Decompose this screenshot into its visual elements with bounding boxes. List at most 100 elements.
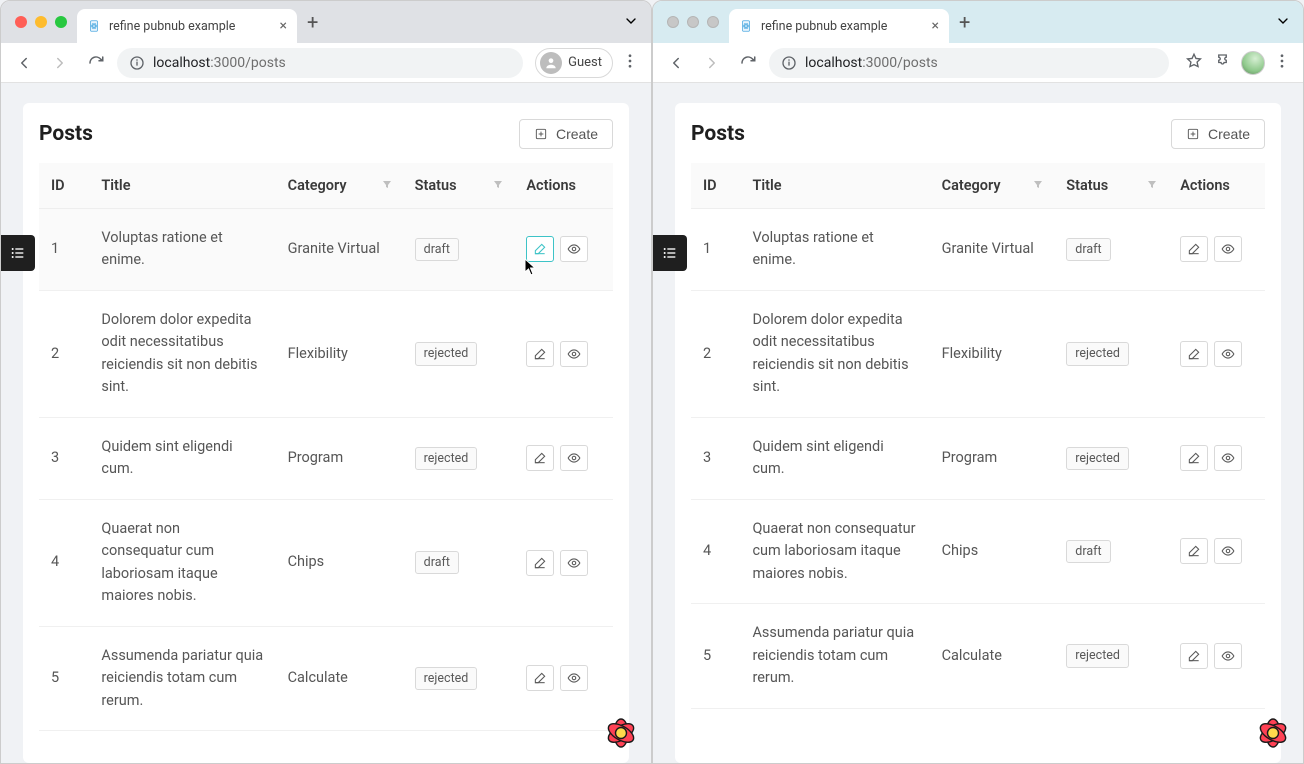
- new-tab-button[interactable]: +: [297, 10, 328, 34]
- close-window-button[interactable]: [667, 16, 679, 28]
- edit-button[interactable]: [1180, 643, 1208, 669]
- status-badge: rejected: [1066, 644, 1129, 667]
- view-button[interactable]: [560, 341, 588, 367]
- table-row: 4Quaerat non consequatur cum laboriosam …: [691, 499, 1265, 603]
- react-query-devtools-button[interactable]: [1253, 713, 1293, 753]
- view-button[interactable]: [560, 550, 588, 576]
- posts-table: ID Title Category Status Actions 1Volu: [691, 163, 1265, 709]
- browser-menu-icon[interactable]: [1269, 48, 1295, 78]
- nav-forward-button[interactable]: [45, 48, 75, 78]
- browser-window-left: refine pubnub example × + localhost:3000…: [0, 0, 652, 764]
- col-id[interactable]: ID: [691, 163, 740, 209]
- site-info-icon[interactable]: [781, 55, 797, 71]
- site-info-icon[interactable]: [129, 55, 145, 71]
- edit-button[interactable]: [1180, 236, 1208, 262]
- maximize-window-button[interactable]: [707, 16, 719, 28]
- nav-forward-button[interactable]: [697, 48, 727, 78]
- edit-button[interactable]: [1180, 538, 1208, 564]
- page-content: Posts Create ID Title Category: [1, 83, 651, 763]
- tab-title: refine pubnub example: [761, 19, 887, 34]
- browser-menu-icon[interactable]: [617, 48, 643, 78]
- bookmark-star-icon[interactable]: [1181, 48, 1207, 78]
- close-tab-icon[interactable]: ×: [280, 18, 287, 34]
- plus-icon: [534, 127, 548, 141]
- cell-title: Quidem sint eligendi cum.: [740, 417, 929, 499]
- edit-button[interactable]: [526, 550, 554, 576]
- status-badge: rejected: [1066, 342, 1129, 365]
- react-query-devtools-button[interactable]: [601, 713, 641, 753]
- cell-title: Assumenda pariatur quia reiciendis totam…: [89, 626, 275, 730]
- col-title[interactable]: Title: [740, 163, 929, 209]
- create-button[interactable]: Create: [519, 119, 613, 149]
- view-button[interactable]: [1214, 538, 1242, 564]
- col-title[interactable]: Title: [89, 163, 275, 209]
- edit-icon: [1187, 347, 1201, 361]
- browser-tab[interactable]: refine pubnub example ×: [77, 9, 297, 43]
- eye-icon: [1221, 451, 1235, 465]
- edit-button[interactable]: [1180, 445, 1208, 471]
- filter-icon[interactable]: [1146, 177, 1158, 194]
- maximize-window-button[interactable]: [55, 16, 67, 28]
- view-button[interactable]: [1214, 236, 1242, 262]
- minimize-window-button[interactable]: [35, 16, 47, 28]
- nav-back-button[interactable]: [661, 48, 691, 78]
- edit-button[interactable]: [526, 341, 554, 367]
- create-button[interactable]: Create: [1171, 119, 1265, 149]
- cell-category: Flexibility: [930, 290, 1055, 417]
- profile-chip[interactable]: Guest: [535, 48, 613, 78]
- cell-status: rejected: [1054, 290, 1168, 417]
- page-content: Posts Create ID Title Category: [653, 83, 1303, 763]
- edit-button[interactable]: [526, 445, 554, 471]
- minimize-window-button[interactable]: [687, 16, 699, 28]
- table-header-row: ID Title Category Status Actions: [691, 163, 1265, 209]
- view-button[interactable]: [1214, 341, 1242, 367]
- cell-status: draft: [403, 499, 515, 626]
- new-tab-button[interactable]: +: [949, 10, 980, 34]
- col-category[interactable]: Category: [276, 163, 403, 209]
- view-button[interactable]: [560, 445, 588, 471]
- eye-icon: [1221, 649, 1235, 663]
- edit-icon: [533, 347, 547, 361]
- posts-table: ID Title Category Status Actions 1Volu: [39, 163, 613, 731]
- filter-icon[interactable]: [492, 177, 504, 194]
- view-button[interactable]: [1214, 445, 1242, 471]
- status-badge: draft: [1066, 238, 1110, 261]
- sidebar-toggle-button[interactable]: [1, 235, 35, 271]
- col-id[interactable]: ID: [39, 163, 89, 209]
- cell-actions: [1168, 290, 1265, 417]
- col-category[interactable]: Category: [930, 163, 1055, 209]
- cell-id: 4: [691, 499, 740, 603]
- status-badge: draft: [415, 551, 459, 574]
- view-button[interactable]: [560, 236, 588, 262]
- tab-strip-menu-icon[interactable]: [623, 13, 639, 33]
- edit-button[interactable]: [526, 236, 554, 262]
- cell-title: Voluptas ratione et enime.: [89, 209, 275, 291]
- table-row: 1Voluptas ratione et enime.Granite Virtu…: [691, 209, 1265, 291]
- view-button[interactable]: [560, 665, 588, 691]
- col-actions: Actions: [514, 163, 613, 209]
- edit-button[interactable]: [526, 665, 554, 691]
- url-input[interactable]: localhost:3000/posts: [769, 48, 1169, 78]
- close-window-button[interactable]: [15, 16, 27, 28]
- page-title: Posts: [39, 122, 93, 146]
- view-button[interactable]: [1214, 643, 1242, 669]
- edit-button[interactable]: [1180, 341, 1208, 367]
- col-actions: Actions: [1168, 163, 1265, 209]
- cell-status: draft: [1054, 499, 1168, 603]
- url-input[interactable]: localhost:3000/posts: [117, 48, 523, 78]
- close-tab-icon[interactable]: ×: [932, 18, 939, 34]
- filter-icon[interactable]: [381, 177, 393, 194]
- browser-tab[interactable]: refine pubnub example ×: [729, 9, 949, 43]
- col-status[interactable]: Status: [403, 163, 515, 209]
- col-status[interactable]: Status: [1054, 163, 1168, 209]
- cell-title: Quidem sint eligendi cum.: [89, 417, 275, 499]
- nav-back-button[interactable]: [9, 48, 39, 78]
- profile-avatar[interactable]: [1241, 51, 1265, 75]
- cell-category: Granite Virtual: [276, 209, 403, 291]
- sidebar-toggle-button[interactable]: [653, 235, 687, 271]
- extensions-icon[interactable]: [1211, 48, 1237, 78]
- filter-icon[interactable]: [1032, 177, 1044, 194]
- cell-actions: [1168, 604, 1265, 708]
- table-header-row: ID Title Category Status Actions: [39, 163, 613, 209]
- tab-strip-menu-icon[interactable]: [1275, 13, 1291, 33]
